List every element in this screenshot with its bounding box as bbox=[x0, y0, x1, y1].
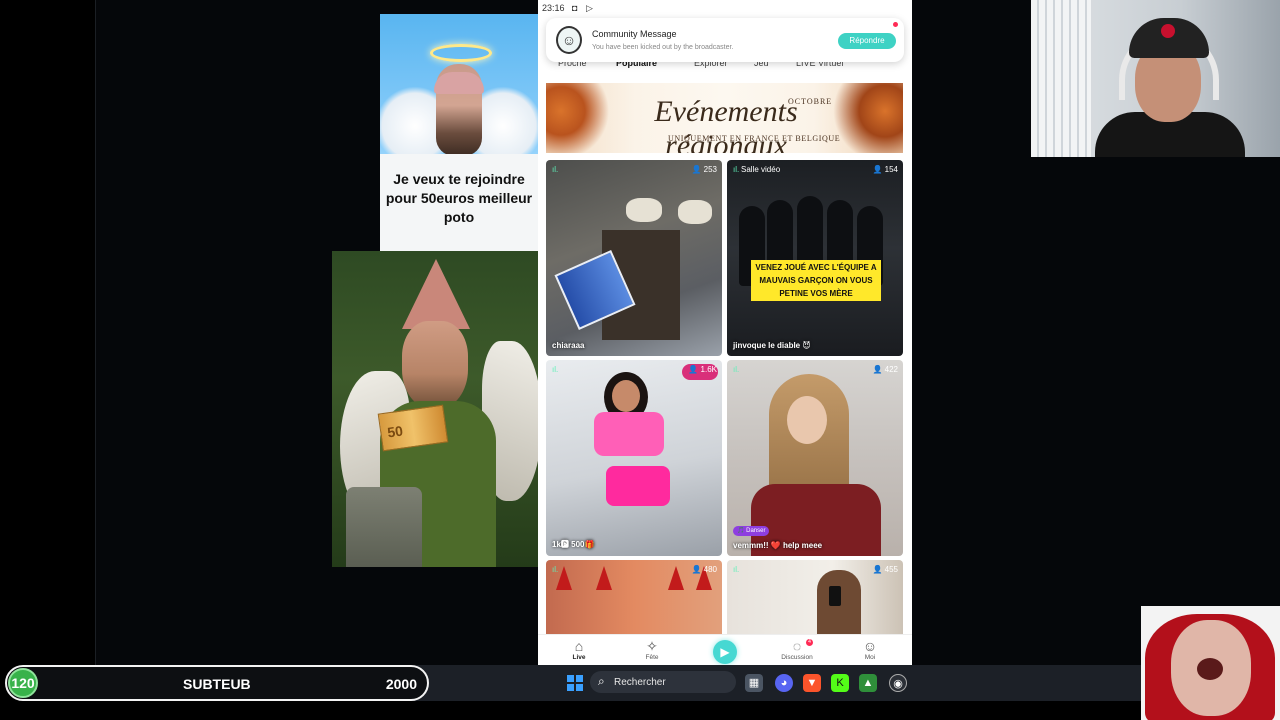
unread-dot bbox=[893, 22, 898, 27]
streamer-shorts bbox=[606, 466, 670, 506]
live-bars-icon: ıl. bbox=[733, 165, 740, 174]
live-bars-icon: ıl. bbox=[552, 365, 559, 374]
status-bar: 23:16 ◘ ▷ bbox=[538, 0, 912, 16]
taskbar-search[interactable]: ⌕ Rechercher bbox=[590, 671, 736, 693]
stream-card[interactable]: ıl. 👤 253 chiaraaa bbox=[546, 160, 722, 356]
devil-horn bbox=[596, 566, 612, 590]
window-blinds bbox=[1031, 0, 1091, 157]
nav-live[interactable]: ⌂ Live bbox=[549, 638, 609, 661]
halo bbox=[430, 44, 492, 62]
live-bars-icon: ıl. bbox=[733, 565, 740, 574]
sub-goal-label: SUBTEUB bbox=[183, 676, 251, 692]
stream-name: jinvoque le diable 😈 bbox=[733, 341, 811, 350]
stream-name: 1k🅿 500🎁 bbox=[552, 540, 595, 549]
streamer-face bbox=[787, 396, 827, 444]
chat-icon: ◌ bbox=[792, 638, 802, 654]
devil-horn bbox=[556, 566, 572, 590]
gravestone bbox=[346, 487, 422, 567]
meme-caption: Je veux te rejoindre pour 50euros meille… bbox=[380, 154, 538, 252]
android-emulator-icon[interactable]: ▲ bbox=[859, 674, 877, 692]
live-bars-icon: ıl. bbox=[552, 565, 559, 574]
camera-icon: ▶ bbox=[720, 645, 730, 659]
party-icon: ✧ bbox=[646, 638, 658, 654]
viewer-count: 👤 480 bbox=[691, 565, 717, 574]
viewer-count: 👤 1.6K bbox=[688, 365, 717, 374]
go-live-camera-button[interactable]: ▶ bbox=[713, 640, 737, 664]
devil-horn bbox=[668, 566, 684, 590]
kick-app-icon[interactable]: K bbox=[831, 674, 849, 692]
home-icon: ⌂ bbox=[574, 638, 584, 654]
phone-app-window: 23:16 ◘ ▷ Proche Populaire Explorer Jeu … bbox=[538, 0, 912, 665]
streamer-top bbox=[594, 412, 664, 456]
webcam-streamer bbox=[1031, 0, 1280, 157]
mirror-phone bbox=[829, 586, 841, 606]
banner-subtitle: UNIQUEMENT EN FRANCE ET BELGIQUE bbox=[668, 134, 841, 143]
mascot-avatar-icon: ☺ bbox=[556, 26, 582, 54]
viewer-count: 👤 154 bbox=[872, 165, 898, 174]
stream-card[interactable]: VENEZ JOUÉ AVEC L'ÉQUIPE A MAUVAIS GARÇO… bbox=[727, 160, 903, 356]
sneaker bbox=[678, 200, 712, 224]
streamer-face bbox=[612, 380, 640, 412]
stream-name: vemmm!! ❤️ help meee bbox=[733, 541, 823, 550]
brave-browser-icon[interactable]: ▼ bbox=[803, 674, 821, 692]
windows-start-icon[interactable] bbox=[567, 675, 583, 691]
gnome-hat bbox=[402, 259, 470, 329]
gnome-head bbox=[402, 321, 468, 409]
play-store-icon: ▷ bbox=[586, 3, 593, 13]
regional-events-banner[interactable]: OCTOBRE Evénements régionaux UNIQUEMENT … bbox=[546, 83, 903, 153]
notification-message: You have been kicked out by the broadcas… bbox=[592, 44, 734, 51]
live-bars-icon: ıl. bbox=[733, 365, 740, 374]
stream-card[interactable]: ıl. 👤 1.6K 1k🅿 500🎁 bbox=[546, 360, 722, 556]
nav-moi[interactable]: ☺ Moi bbox=[840, 638, 900, 661]
stream-name: chiaraaa bbox=[552, 341, 585, 350]
category-tag: 🎵 Danser bbox=[733, 526, 770, 536]
status-time: 23:16 bbox=[542, 3, 565, 13]
sub-goal-bar: 120 SUBTEUB 2000 bbox=[5, 665, 429, 701]
sub-goal-target: 2000 bbox=[385, 676, 417, 692]
cap bbox=[434, 72, 484, 94]
viewer-count: 👤 455 bbox=[872, 565, 898, 574]
sneaker bbox=[626, 198, 662, 222]
obs-icon[interactable]: ◉ bbox=[889, 674, 907, 692]
search-icon: ⌕ bbox=[598, 674, 605, 688]
profile-icon: ☺ bbox=[862, 638, 878, 654]
meme-angel-image: Je veux te rejoindre pour 50euros meille… bbox=[380, 14, 538, 252]
stream-card[interactable]: ıl. 👤 422 🎵 Danser vemmm!! ❤️ help meee bbox=[727, 360, 903, 556]
community-message-notification[interactable]: ☺ Community Message You have been kicked… bbox=[546, 18, 904, 62]
banner-title: Evénements régionaux bbox=[654, 95, 798, 153]
viewer-count: 👤 422 bbox=[872, 365, 898, 374]
bottom-navigation: ⌂ Live ✧ Fête ▶ ◌ Discussion 4 ☺ Moi bbox=[538, 634, 912, 665]
discord-icon[interactable]: ◕ bbox=[775, 674, 793, 692]
sub-count: 120 bbox=[8, 668, 38, 698]
reply-button[interactable]: Répondre bbox=[838, 33, 896, 49]
viewer-count: 👤 253 bbox=[691, 165, 717, 174]
open-mouth bbox=[1197, 658, 1223, 680]
room-label: Salle vidéo bbox=[741, 165, 781, 174]
bulls-logo-icon bbox=[1161, 24, 1175, 38]
nav-fete[interactable]: ✧ Fête bbox=[622, 638, 682, 661]
nav-discussion[interactable]: ◌ Discussion bbox=[767, 638, 827, 661]
task-view-icon[interactable]: ▦ bbox=[745, 674, 763, 692]
stream-overlay-text: VENEZ JOUÉ AVEC L'ÉQUIPE A MAUVAIS GARÇO… bbox=[751, 260, 881, 301]
notification-title: Community Message bbox=[592, 29, 677, 39]
webcam-face-overlay bbox=[1141, 606, 1280, 720]
notification-icon: ◘ bbox=[572, 3, 578, 13]
meme-gnome-image: 50 bbox=[332, 251, 542, 567]
discussion-badge: 4 bbox=[806, 639, 813, 646]
live-bars-icon: ıl. bbox=[552, 165, 559, 174]
